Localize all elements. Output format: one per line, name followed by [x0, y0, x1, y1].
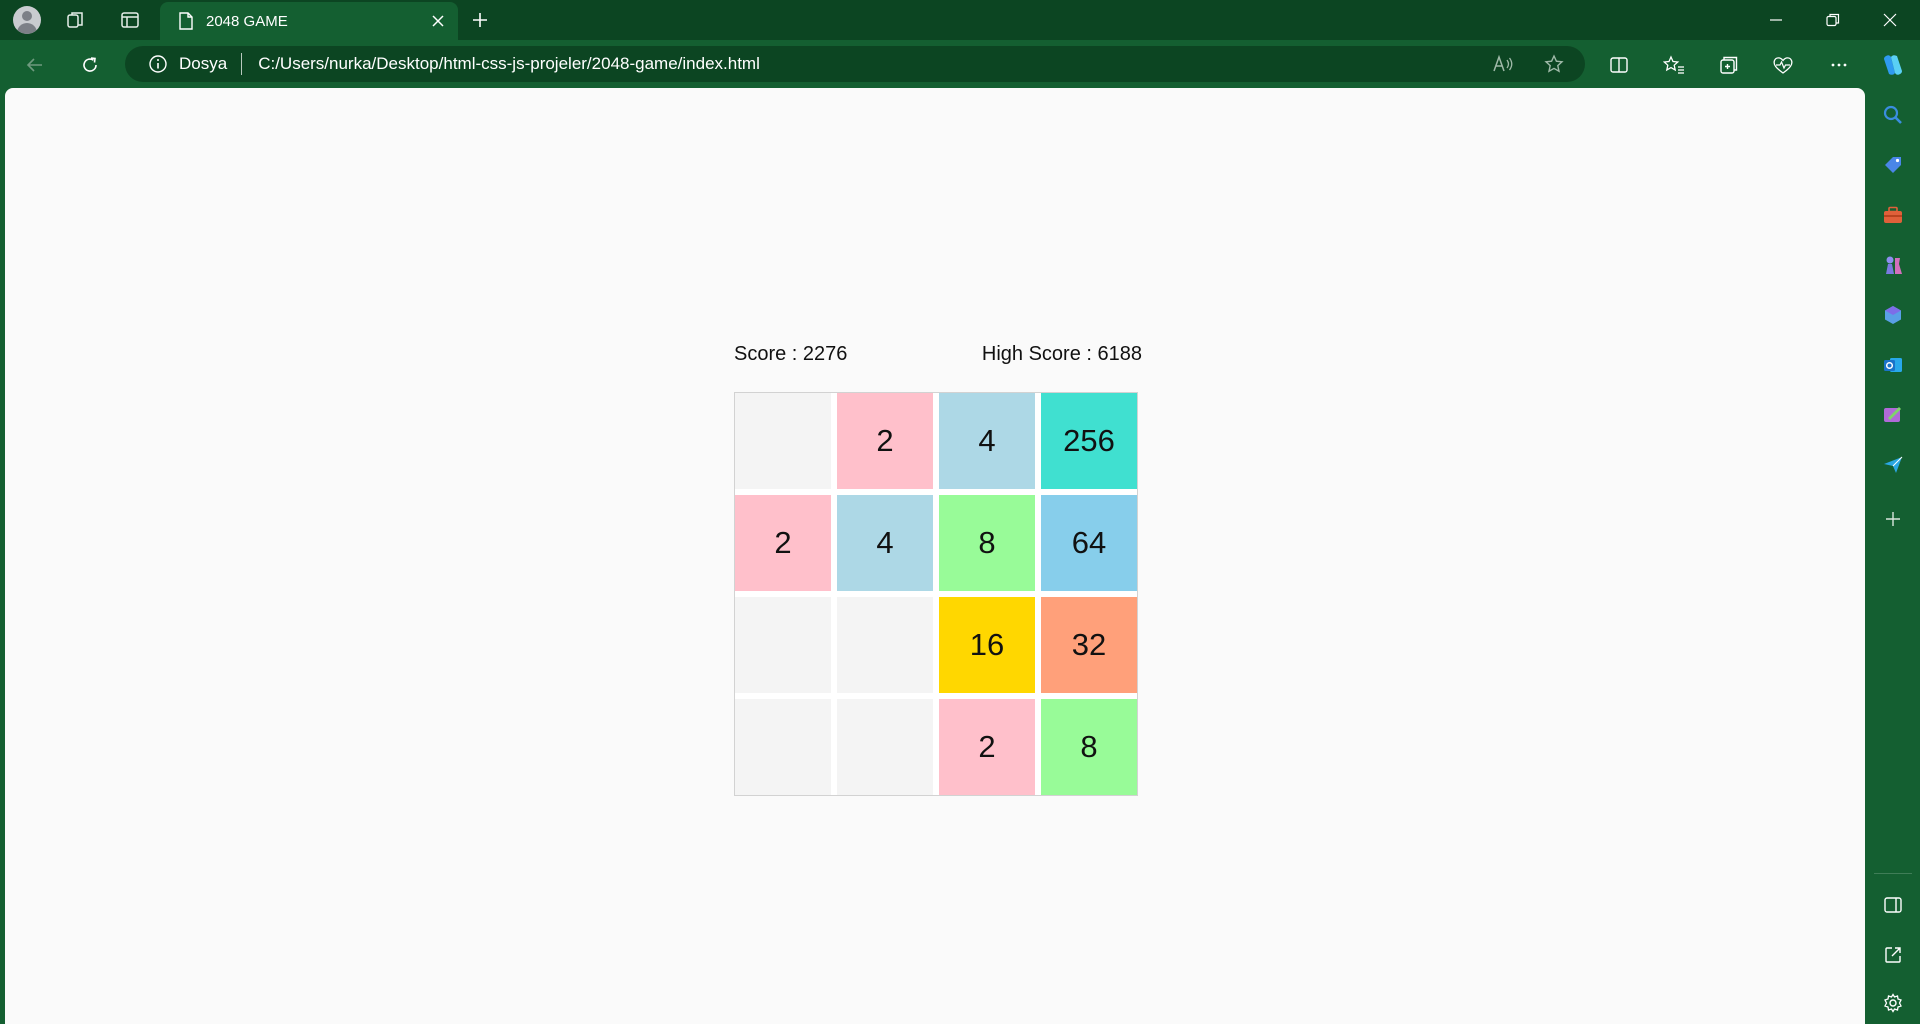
page-viewport: Score : 2276 High Score : 6188 2 4 256 2… [5, 88, 1865, 1024]
high-score-label: High Score : 6188 [981, 343, 1142, 365]
shopping-tag-icon[interactable] [1878, 150, 1908, 180]
minimize-icon[interactable] [1748, 0, 1804, 40]
tab-title: 2048 GAME [206, 12, 288, 30]
title-bar: 2048 GAME [0, 0, 1920, 40]
open-external-icon[interactable] [1878, 940, 1908, 970]
tile-8: 8 [1041, 699, 1137, 795]
tile-8: 8 [939, 495, 1035, 591]
close-icon[interactable] [1862, 0, 1918, 40]
collections-icon[interactable] [1714, 50, 1744, 80]
sidebar-divider [1874, 873, 1912, 874]
profile-avatar-icon[interactable] [13, 6, 41, 34]
more-icon[interactable] [1824, 50, 1854, 80]
browser-window: 2048 GAME Dosya C:/Users/nurka/Desktop/h… [0, 0, 1920, 1024]
read-aloud-icon[interactable] [1488, 49, 1518, 79]
vertical-tabs-icon[interactable] [116, 6, 144, 34]
score-bar: Score : 2276 High Score : 6188 [734, 343, 1142, 367]
workspaces-icon[interactable] [62, 6, 90, 34]
favorites-icon[interactable] [1659, 50, 1689, 80]
tab-active[interactable]: 2048 GAME [160, 2, 458, 40]
tile-16: 16 [939, 597, 1035, 693]
tile-empty [735, 393, 831, 489]
tile-empty [735, 699, 831, 795]
url-text[interactable]: C:/Users/nurka/Desktop/html-css-js-proje… [258, 54, 760, 74]
copilot-icon[interactable] [1878, 50, 1908, 80]
tile-64: 64 [1041, 495, 1137, 591]
games-icon[interactable] [1878, 250, 1908, 280]
settings-icon[interactable] [1878, 988, 1908, 1018]
tile-32: 32 [1041, 597, 1137, 693]
tile-4: 4 [939, 393, 1035, 489]
search-icon[interactable] [1878, 100, 1908, 130]
restore-icon[interactable] [1805, 0, 1861, 40]
page-icon [176, 11, 196, 31]
site-label[interactable]: Dosya [179, 54, 227, 74]
refresh-icon[interactable] [75, 50, 105, 80]
tile-2: 2 [939, 699, 1035, 795]
microsoft-365-icon[interactable] [1878, 300, 1908, 330]
address-bar[interactable]: Dosya C:/Users/nurka/Desktop/html-css-js… [125, 46, 1585, 82]
heart-pulse-icon[interactable] [1768, 50, 1798, 80]
right-sidebar [1866, 88, 1920, 1024]
split-screen-icon[interactable] [1604, 50, 1634, 80]
tile-256: 256 [1041, 393, 1137, 489]
tile-2: 2 [735, 495, 831, 591]
info-icon[interactable] [147, 53, 169, 75]
tools-icon[interactable] [1878, 200, 1908, 230]
tile-4: 4 [837, 495, 933, 591]
address-divider [241, 53, 243, 75]
tile-empty [837, 699, 933, 795]
designer-icon[interactable] [1878, 400, 1908, 430]
tile-2: 2 [837, 393, 933, 489]
plus-icon[interactable] [466, 6, 494, 34]
outlook-icon[interactable] [1878, 350, 1908, 380]
star-icon[interactable] [1539, 49, 1569, 79]
tile-empty [735, 597, 831, 693]
close-icon[interactable] [424, 7, 452, 35]
sidebar-toggle-icon[interactable] [1878, 890, 1908, 920]
score-label: Score : 2276 [734, 343, 848, 365]
game-board[interactable]: 2 4 256 2 4 8 64 16 32 2 8 [734, 392, 1138, 796]
send-icon[interactable] [1878, 450, 1908, 480]
back-arrow-icon[interactable] [20, 50, 50, 80]
add-icon[interactable] [1878, 504, 1908, 534]
tile-empty [837, 597, 933, 693]
game-container: Score : 2276 High Score : 6188 2 4 256 2… [734, 343, 1142, 796]
toolbar: Dosya C:/Users/nurka/Desktop/html-css-js… [0, 40, 1920, 88]
